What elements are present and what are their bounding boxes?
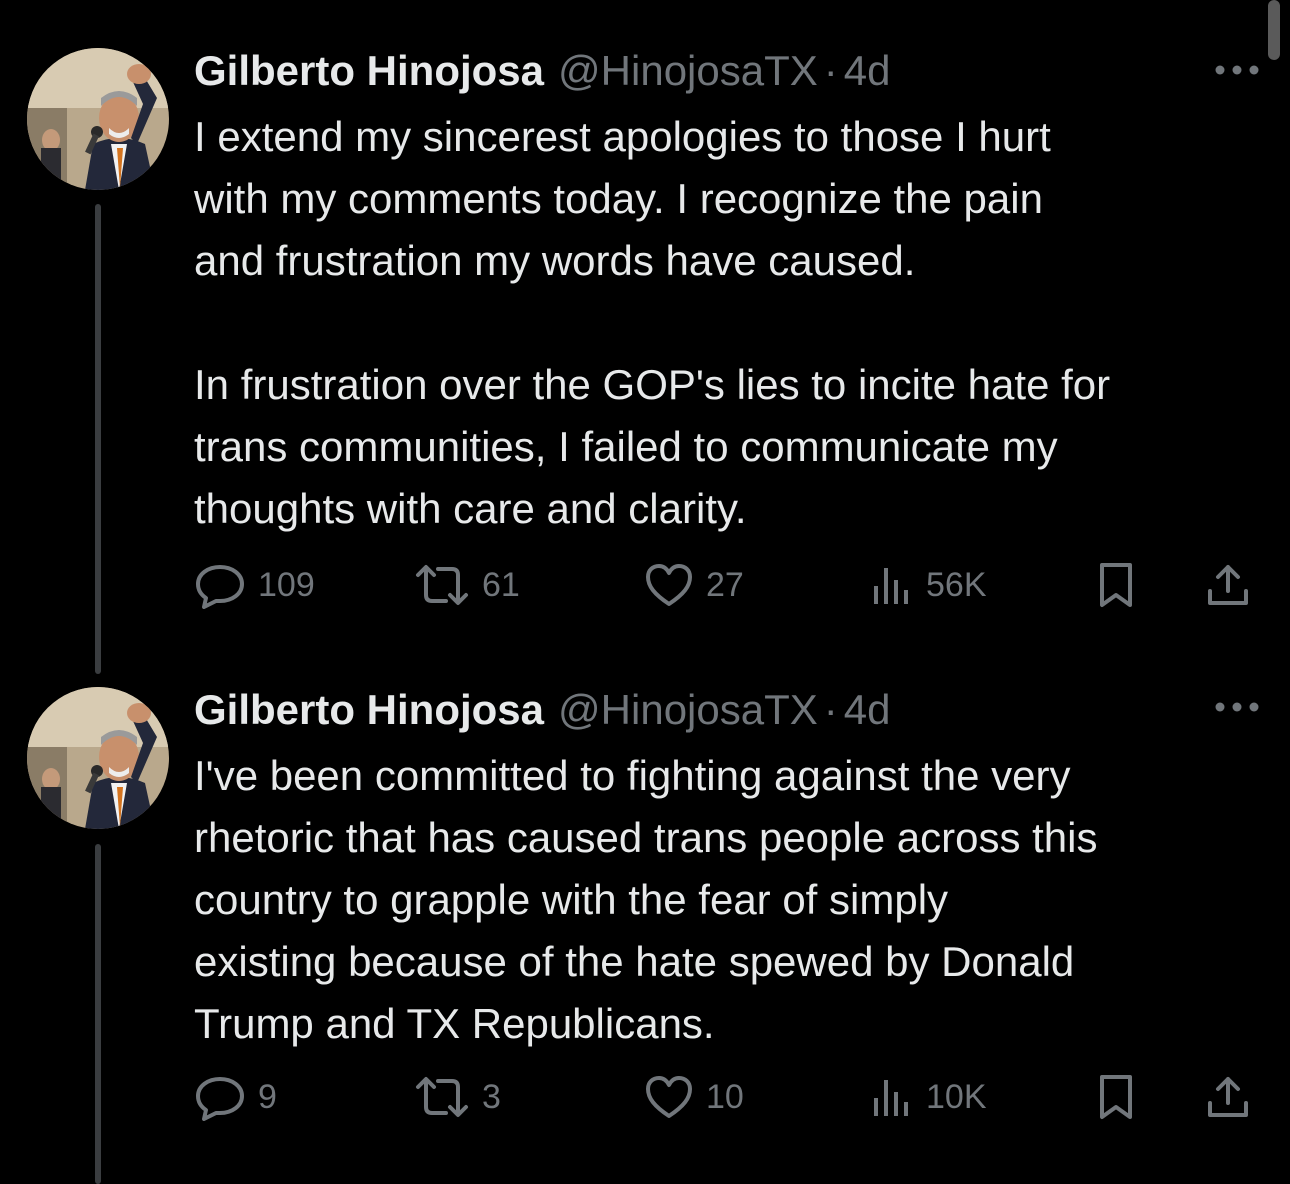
reply-button[interactable]: 109 (194, 560, 315, 610)
display-name[interactable]: Gilberto Hinojosa (194, 47, 544, 94)
retweet-button[interactable]: 3 (414, 1072, 501, 1122)
reply-count: 9 (258, 1077, 277, 1116)
views-icon (874, 1080, 908, 1116)
tweet-paragraph: In frustration over the GOP's lies to in… (194, 361, 1111, 532)
share-button[interactable] (1206, 1072, 1250, 1122)
like-button[interactable]: 27 (644, 560, 744, 610)
timestamp[interactable]: 4d (844, 686, 891, 733)
bookmark-button[interactable] (1094, 560, 1138, 610)
action-bar: 109 61 27 56K (190, 560, 1270, 610)
action-bar: 9 3 10 10K (190, 1072, 1270, 1122)
bookmark-icon (1100, 1075, 1132, 1119)
views-button[interactable]: 10K (870, 1072, 987, 1122)
like-icon (646, 1076, 692, 1118)
tweet-paragraph: I extend my sincerest apologies to those… (194, 113, 1051, 284)
retweet-count: 3 (482, 1077, 501, 1116)
tweet-header: Gilberto Hinojosa @HinojosaTX · 4d (194, 46, 890, 96)
tweet-header: Gilberto Hinojosa @HinojosaTX · 4d (194, 685, 890, 735)
views-icon (874, 568, 908, 604)
retweet-icon (416, 565, 468, 605)
avatar[interactable] (27, 687, 169, 829)
separator: · (823, 47, 838, 94)
handle[interactable]: @HinojosaTX (558, 686, 818, 733)
retweet-button[interactable]: 61 (414, 560, 520, 610)
separator: · (823, 686, 838, 733)
like-button[interactable]: 10 (644, 1072, 744, 1122)
tweet-text: I've been committed to fighting against … (194, 745, 1264, 1055)
bookmark-icon (1100, 563, 1132, 607)
tweet[interactable]: Gilberto Hinojosa @HinojosaTX · 4d I've bee… (0, 640, 1290, 1184)
reply-icon (196, 565, 244, 609)
thread-line (95, 844, 101, 1184)
share-button[interactable] (1206, 560, 1250, 610)
views-button[interactable]: 56K (870, 560, 987, 610)
views-count: 10K (926, 1077, 987, 1116)
share-icon (1208, 1077, 1248, 1117)
handle[interactable]: @HinojosaTX (558, 47, 818, 94)
retweet-count: 61 (482, 565, 520, 604)
reply-count: 109 (258, 565, 315, 604)
avatar[interactable] (27, 48, 169, 190)
tweet[interactable]: Gilberto Hinojosa @HinojosaTX · 4d I extend… (0, 0, 1290, 674)
like-count: 10 (706, 1077, 744, 1116)
display-name[interactable]: Gilberto Hinojosa (194, 686, 544, 733)
tweet-text: I extend my sincerest apologies to those… (194, 106, 1264, 540)
reply-button[interactable]: 9 (194, 1072, 277, 1122)
tweet-paragraph: I've been committed to fighting against … (194, 752, 1098, 1047)
like-icon (646, 564, 692, 606)
share-icon (1208, 565, 1248, 605)
reply-icon (196, 1077, 244, 1121)
more-options-icon[interactable] (1214, 60, 1260, 80)
retweet-icon (416, 1077, 468, 1117)
thread-line (95, 204, 101, 674)
timestamp[interactable]: 4d (844, 47, 891, 94)
like-count: 27 (706, 565, 744, 604)
more-options-icon[interactable] (1214, 697, 1260, 717)
bookmark-button[interactable] (1094, 1072, 1138, 1122)
views-count: 56K (926, 565, 987, 604)
